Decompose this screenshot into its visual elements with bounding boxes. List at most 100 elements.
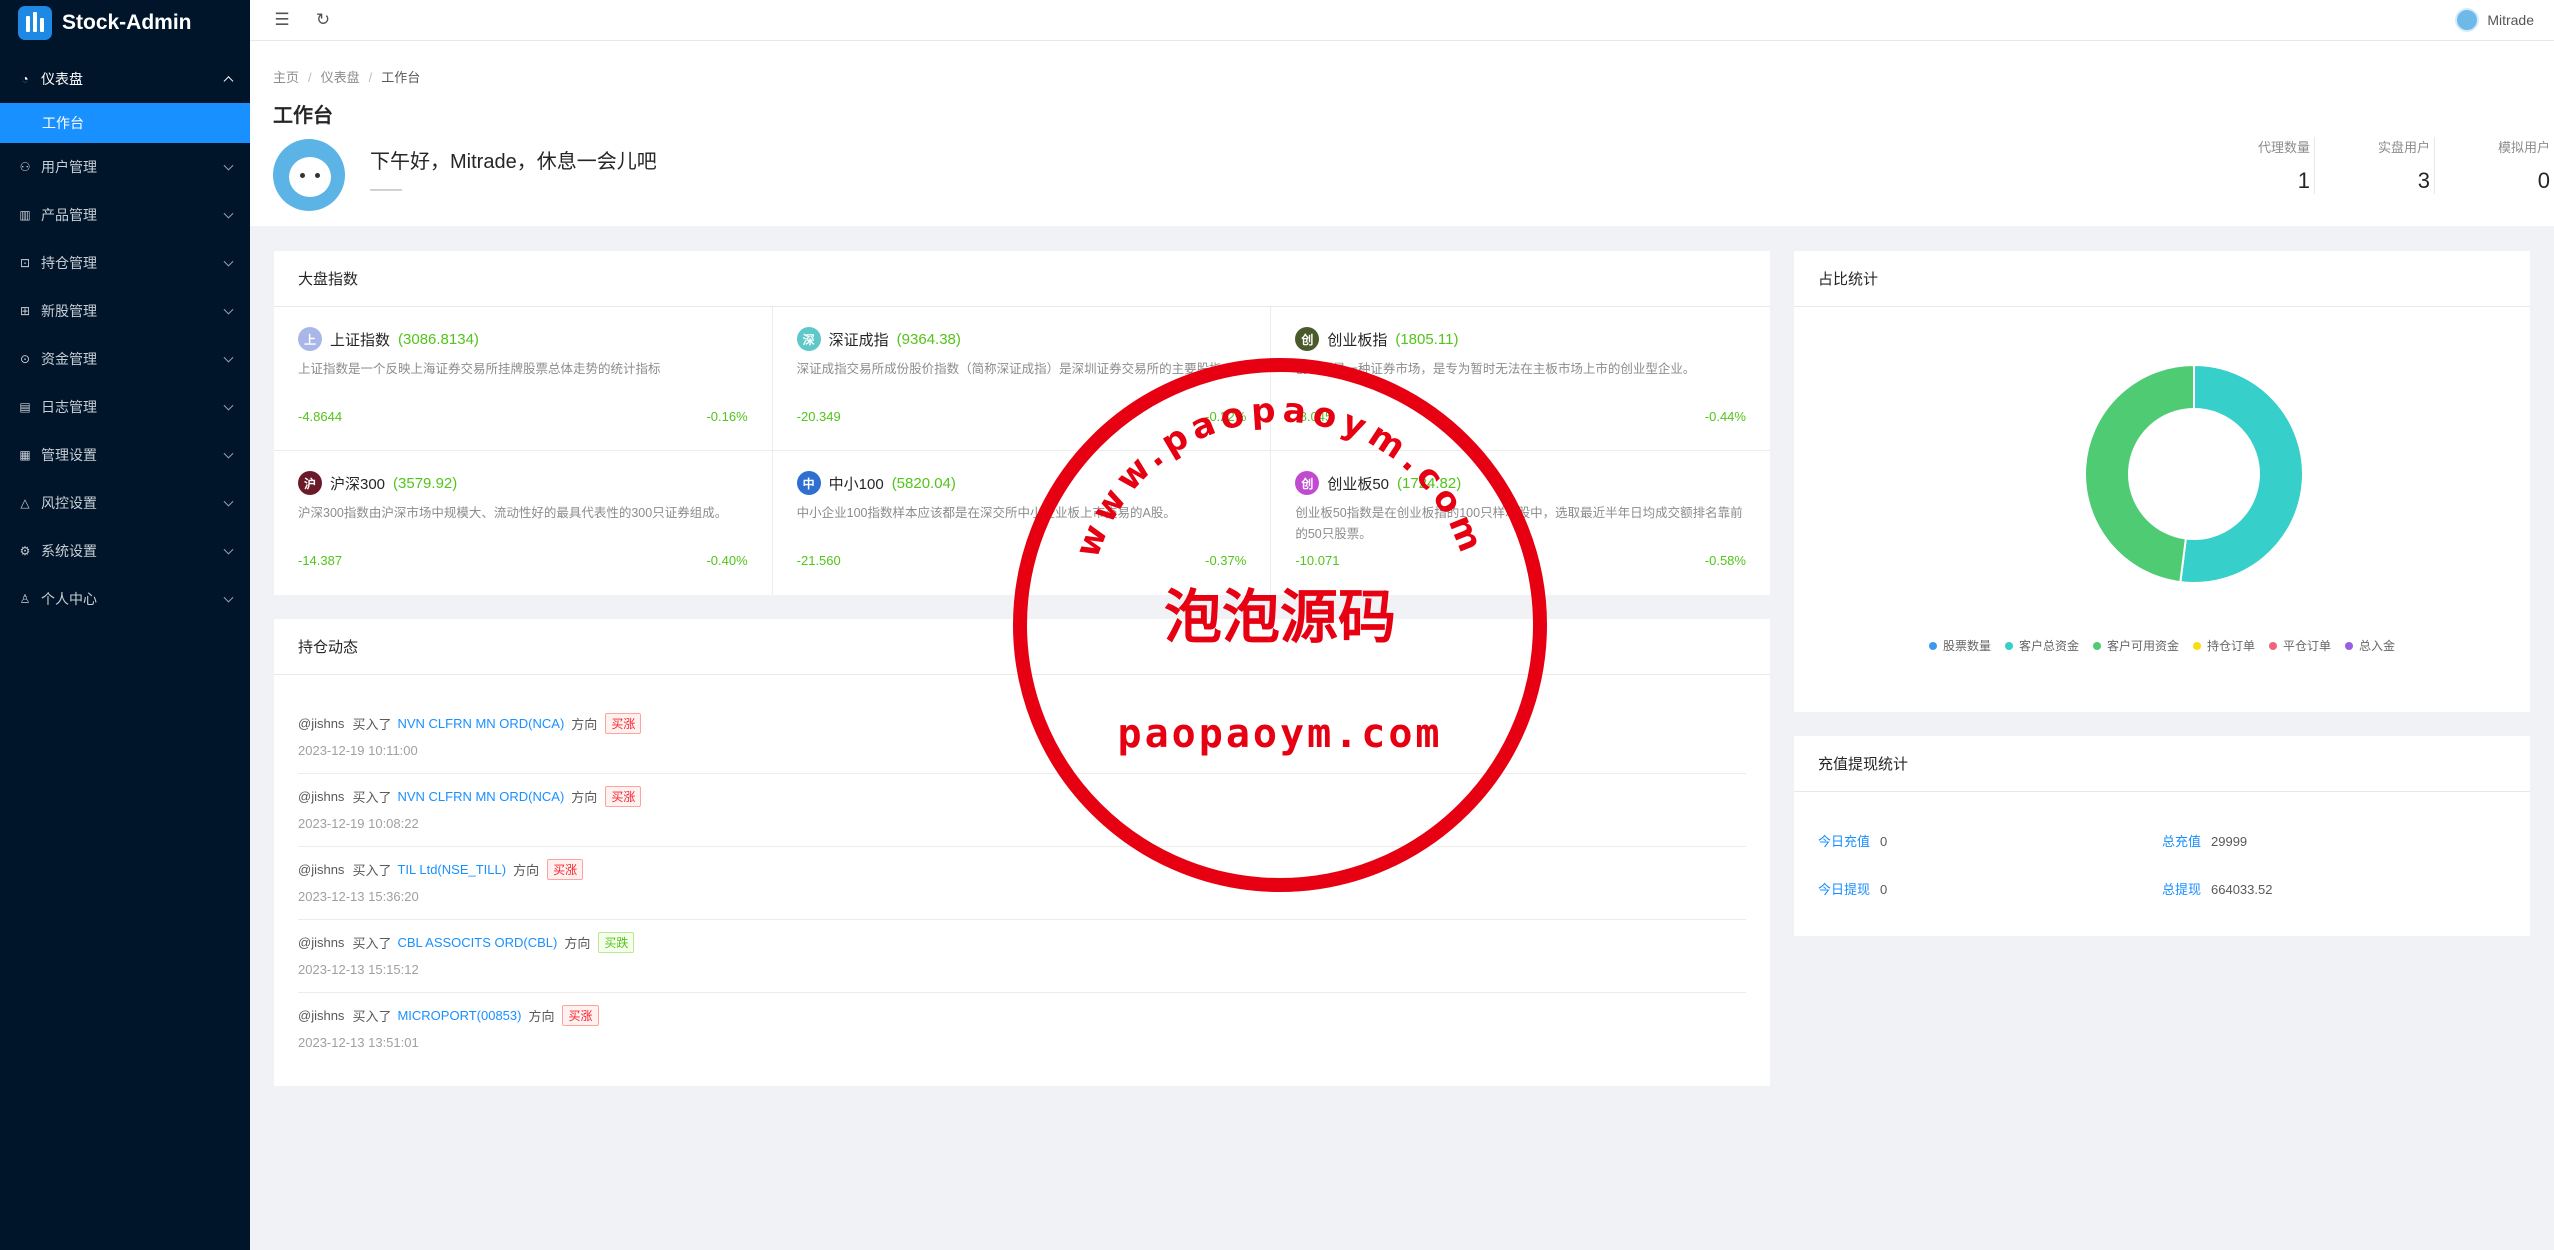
index-title: 深深证成指 (9364.38) [796,327,1247,351]
breadcrumb-current: 工作台 [381,70,421,85]
index-badge-icon: 中 [796,471,821,495]
chevron-down-icon [223,304,234,315]
total-recharge-link[interactable]: 总充值 [2162,834,2201,849]
greeting-subtext: —— [370,181,402,198]
donut-slice[interactable] [2179,363,2304,584]
legend-item[interactable]: 持仓订单 [2193,637,2255,654]
feed-direction-label: 方向 [571,790,598,805]
sidebar-item-ipo[interactable]: ⊞ 新股管理 [0,287,250,335]
index-value: (1724.82) [1397,474,1462,492]
index-item[interactable]: 沪沪深300 (3579.92) 沪深300指数由沪深市场中规模大、流动性好的最具代… [274,451,773,595]
sidebar-item-products[interactable]: ▥ 产品管理 [0,191,250,239]
index-title: 创创业板50 (1724.82) [1295,471,1746,495]
index-badge-icon: 深 [796,327,821,351]
refresh-icon[interactable]: ↻ [313,10,333,30]
sidebar-item-label: 资金管理 [41,351,97,367]
top-bar: ☰ ↻ Mitrade [250,0,2554,40]
user-menu[interactable]: Mitrade [2455,8,2534,32]
index-change-row: -8.045 -0.44% [1295,409,1746,424]
feed-stock-link[interactable]: TIL Ltd(NSE_TILL) [397,862,506,877]
index-item[interactable]: 中中小100 (5820.04) 中小企业100指数样本应该都是在深交所中小企业板上… [773,451,1272,595]
index-badge-icon: 沪 [298,471,322,495]
feed-user: @jishns [298,789,345,804]
avatar [273,139,345,211]
index-item[interactable]: 上上证指数 (3086.8134) 上证指数是一个反映上海证券交易所挂牌股票总体走势… [274,307,773,451]
index-item[interactable]: 创创业板50 (1724.82) 创业板50指数是在创业板指的100只样本股中，选取… [1271,451,1770,595]
list-item: @jishns 买入了 NVN CLFRN MN ORD(NCA) 方向 买涨 2023-… [298,774,1746,847]
index-change: -4.8644 [298,409,343,424]
feed-direction-label: 方向 [513,863,540,878]
stat-value: 0 [2537,168,2550,193]
menu-collapse-icon[interactable]: ☰ [272,10,292,30]
sidebar-item-profile[interactable]: ♙ 个人中心 [0,575,250,623]
legend-item[interactable]: 股票数量 [1928,637,1991,654]
index-name: 深证成指 [828,331,889,349]
chevron-down-icon [223,160,234,171]
index-description: 上证指数是一个反映上海证券交易所挂牌股票总体走势的统计指标 [298,362,661,376]
legend-item[interactable]: 平仓订单 [2269,637,2331,654]
warning-icon: △ [20,496,30,510]
legend-item[interactable]: 客户可用资金 [2092,637,2179,654]
index-name: 创业板指 [1327,331,1388,349]
index-change-pct: -0.44% [1704,409,1746,424]
page-header: 主页 / 仪表盘 / 工作台 工作台 下午好，Mitrade，休息一会儿吧 —— 代理数… [250,40,2554,226]
card-title: 占比统计 [1794,251,2530,307]
legend-dot [1928,641,1937,650]
sidebar-item-positions[interactable]: ⊡ 持仓管理 [0,239,250,287]
direction-tag: 买涨 [562,1005,599,1026]
index-description: 中小企业100指数样本应该都是在深交所中小企业板上市交易的A股。 [796,506,1176,520]
feed-stock-link[interactable]: NVN CLFRN MN ORD(NCA) [397,789,564,804]
feed-user: @jishns [298,1008,345,1023]
index-value: (5820.04) [891,474,956,492]
index-change-pct: -0.37% [1205,553,1247,568]
breadcrumb-dashboard[interactable]: 仪表盘 [321,70,360,85]
feed-action: 买入了 [352,717,392,732]
stat-label: 实盘用户 [2377,140,2430,155]
legend-label: 持仓订单 [2207,639,2256,653]
index-value: (9364.38) [896,330,961,348]
today-recharge-value: 0 [1880,834,1888,849]
app-logo[interactable]: Stock-Admin [0,0,250,46]
list-item: @jishns 买入了 TIL Ltd(NSE_TILL) 方向 买涨 2023-12-1… [298,847,1746,920]
sidebar-item-dashboard[interactable]: ◔ 仪表盘 [0,55,250,103]
feed-line: @jishns 买入了 MICROPORT(00853) 方向 买涨 [298,1005,1746,1026]
greeting-text: 下午好，Mitrade，休息一会儿吧 [370,151,657,173]
legend-item[interactable]: 总入金 [2345,637,2395,654]
holdings-feed: @jishns 买入了 NVN CLFRN MN ORD(NCA) 方向 买涨 2023-… [274,675,1770,1066]
index-item[interactable]: 创创业板指 (1805.11) 创业板是一种证券市场，是专为暂时无法在主板市场上市的… [1271,307,1770,451]
position-icon: ⊡ [19,256,31,270]
sidebar-subitem-workbench[interactable]: 工作台 [0,103,250,143]
today-recharge-link[interactable]: 今日充值 [1818,834,1870,849]
donut-slice[interactable] [2084,363,2195,584]
dashboard-icon: ◔ [21,72,29,86]
admin-settings-icon: ▦ [19,448,31,462]
total-withdraw-link[interactable]: 总提现 [2162,882,2201,897]
feed-line: @jishns 买入了 TIL Ltd(NSE_TILL) 方向 买涨 [298,859,1746,880]
index-description: 深证成指交易所成份股价指数（简称深证成指）是深圳证券交易所的主要股指。 [796,362,1235,376]
feed-stock-link[interactable]: MICROPORT(00853) [397,1008,521,1023]
feed-action: 买入了 [352,936,392,951]
ratio-card: 占比统计 股票数量 客户总资金 客户可用资金 持仓订单 平仓订单 总入金 [1794,251,2530,712]
index-change: -10.071 [1295,553,1340,568]
sidebar-item-logs[interactable]: ▤ 日志管理 [0,383,250,431]
sidebar-item-risk-settings[interactable]: △ 风控设置 [0,479,250,527]
sidebar-item-funds[interactable]: ⊙ 资金管理 [0,335,250,383]
index-description: 创业板50指数是在创业板指的100只样本股中，选取最近半年日均成交额排名靠前的5… [1295,506,1743,541]
feed-line: @jishns 买入了 CBL ASSOCITS ORD(CBL) 方向 买跌 [298,932,1746,953]
sidebar-item-system-settings[interactable]: ⚙ 系统设置 [0,527,250,575]
total-withdraw: 总提现 664033.52 [2162,879,2272,898]
today-withdraw-link[interactable]: 今日提现 [1818,882,1870,897]
feed-time: 2023-12-13 15:15:12 [298,962,419,977]
breadcrumb-home[interactable]: 主页 [273,70,299,85]
sidebar-item-admin-settings[interactable]: ▦ 管理设置 [0,431,250,479]
sidebar-item-label: 日志管理 [41,399,97,415]
index-change-row: -20.349 -0.22% [797,409,1247,424]
legend-dot [2193,641,2201,650]
feed-stock-link[interactable]: NVN CLFRN MN ORD(NCA) [397,716,564,731]
index-item[interactable]: 深深证成指 (9364.38) 深证成指交易所成份股价指数（简称深证成指）是深圳证券… [772,307,1272,451]
legend-item[interactable]: 客户总资金 [2004,637,2079,654]
sidebar-item-users[interactable]: ⚇ 用户管理 [0,143,250,191]
feed-stock-link[interactable]: CBL ASSOCITS ORD(CBL) [397,935,557,950]
feed-direction-label: 方向 [528,1009,555,1024]
feed-line: @jishns 买入了 NVN CLFRN MN ORD(NCA) 方向 买涨 [298,713,1746,734]
